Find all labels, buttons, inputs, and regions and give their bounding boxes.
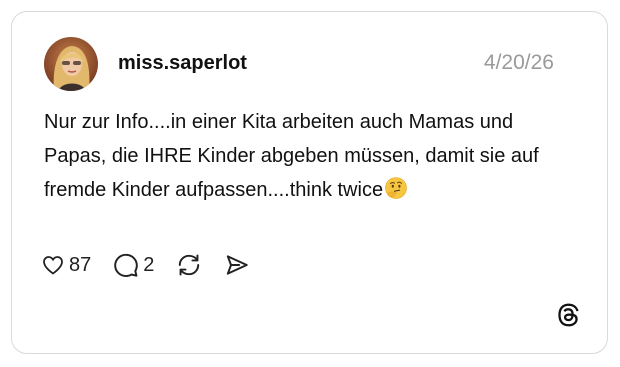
post-body: Nur zur Info....in einer Kita arbeiten a… [44,111,539,201]
threads-logo-icon[interactable] [555,302,581,328]
threads-logo-svg [558,303,579,327]
avatar[interactable] [44,37,98,91]
reply-count: 2 [143,254,155,276]
share-icon [227,255,249,275]
post-card[interactable]: miss.saperlot 4/20/26 Nur zur Info....in… [11,11,608,354]
thinking-face-emoji-icon [385,177,407,199]
post-date: 4/20/26 [483,51,554,74]
post-text: Nur zur Info....in einer Kita arbeiten a… [44,105,554,207]
avatar-image [44,37,98,91]
like-button[interactable]: 87 [41,253,91,277]
post-actions: 87 2 [41,250,250,280]
reply-button[interactable]: 2 [113,252,154,278]
like-count: 87 [69,254,92,276]
heart-icon [43,256,63,275]
username[interactable]: miss.saperlot [118,51,247,75]
repost-button[interactable] [176,252,202,278]
repost-icon [179,254,200,276]
comment-bubble-icon [114,253,139,278]
share-button[interactable] [224,252,250,278]
